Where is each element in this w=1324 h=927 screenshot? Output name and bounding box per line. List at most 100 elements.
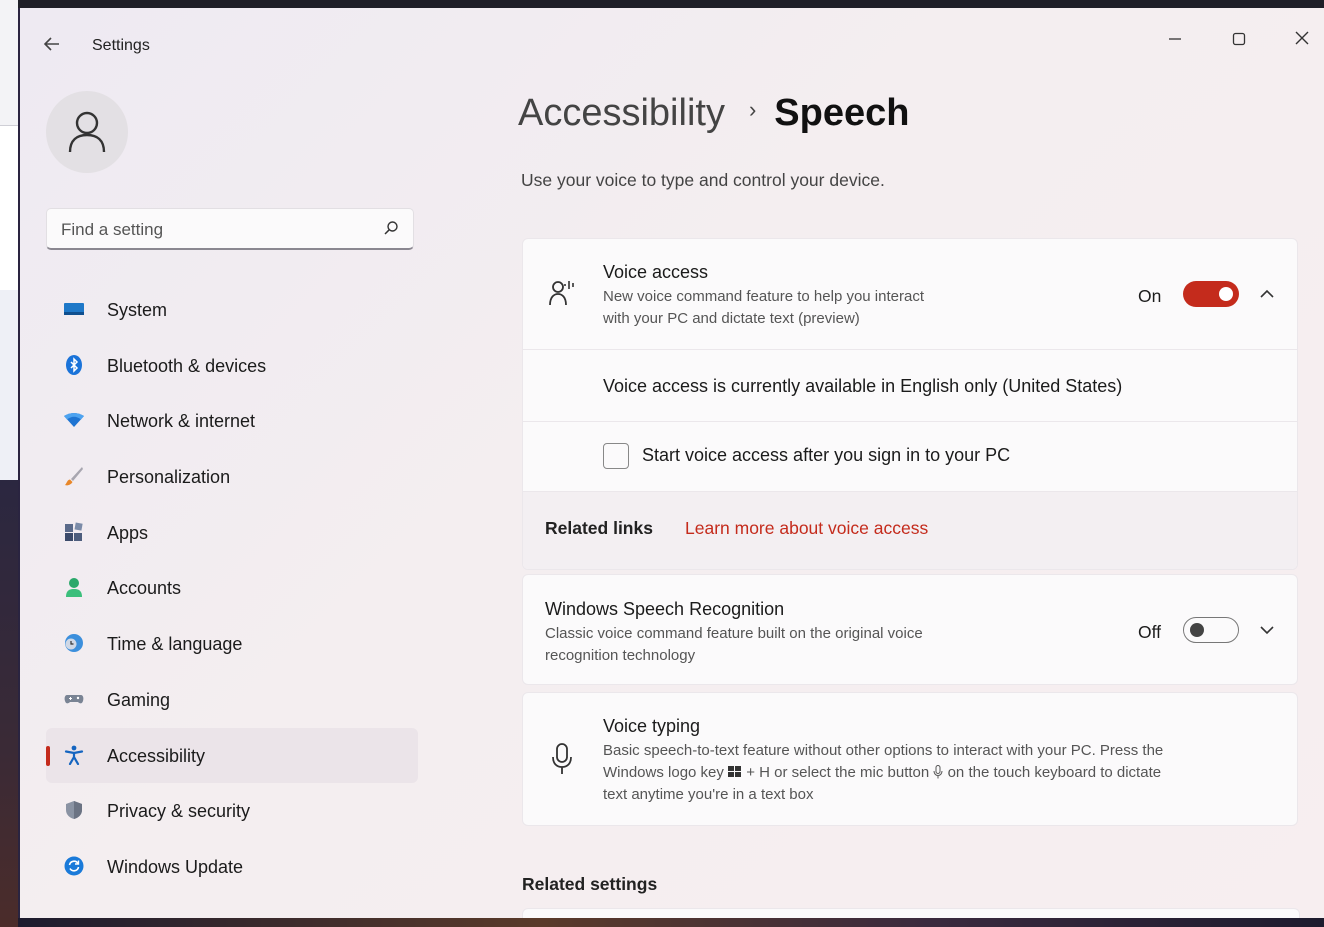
sidebar-item-label: Network & internet <box>107 411 256 432</box>
windows-logo-icon <box>728 766 742 777</box>
voice-typing-title: Voice typing <box>603 716 701 736</box>
voice-access-availability-row: Voice access is currently available in E… <box>523 349 1297 421</box>
breadcrumb-parent[interactable]: Accessibility <box>518 92 725 134</box>
brush-icon <box>65 467 83 486</box>
checkbox-label[interactable]: Start voice access after you sign in to … <box>642 445 1010 466</box>
related-settings-card[interactable] <box>522 908 1300 918</box>
start-after-signin-checkbox[interactable] <box>603 443 629 469</box>
desktop-top-edge <box>18 0 1324 8</box>
voice-access-toggle[interactable] <box>1183 281 1239 307</box>
related-links-row: Related links Learn more about voice acc… <box>523 491 1297 569</box>
sidebar-item-network[interactable]: Network & internet <box>46 393 418 449</box>
sidebar-item-label: Bluetooth & devices <box>107 355 267 376</box>
description-fragment: Windows logo key <box>603 764 724 781</box>
shield-icon <box>66 801 82 820</box>
learn-more-voice-access-link[interactable]: Learn more about voice access <box>685 518 928 539</box>
speech-recognition-state-label: Off <box>1138 622 1162 642</box>
sidebar-item-label: Apps <box>107 522 149 543</box>
gamepad-icon <box>64 694 84 704</box>
voice-access-title: Voice access <box>603 262 709 282</box>
toggle-knob <box>1219 287 1233 301</box>
sidebar-item-bluetooth[interactable]: Bluetooth & devices <box>46 338 418 394</box>
sidebar-item-label: Gaming <box>107 689 171 710</box>
voice-typing-description: Basic speech-to-text feature without oth… <box>603 740 1283 806</box>
breadcrumb: Accessibility › Speech <box>518 92 909 135</box>
sidebar-item-label: Windows Update <box>107 856 244 877</box>
page-title: Speech <box>774 92 910 134</box>
voice-access-description: New voice command feature to help you in… <box>603 286 924 330</box>
sidebar-item-time-language[interactable]: Time & language <box>46 616 418 672</box>
minimize-icon <box>1169 38 1181 40</box>
background-window-edge <box>0 290 18 480</box>
related-links-label: Related links <box>545 518 653 538</box>
sidebar-nav: System Bluetooth & devices Network & int… <box>46 282 418 895</box>
voice-access-header[interactable]: Voice access New voice command feature t… <box>523 239 1297 349</box>
description-line: New voice command feature to help you in… <box>603 288 924 305</box>
description-line: with your PC and dictate text (preview) <box>603 310 860 327</box>
sidebar-item-accessibility[interactable]: Accessibility <box>46 727 418 784</box>
wifi-icon <box>64 413 84 428</box>
close-icon <box>1295 31 1309 45</box>
microphone-icon <box>552 743 572 774</box>
arrow-left-icon <box>43 37 59 51</box>
voice-access-card: Voice access New voice command feature t… <box>522 238 1298 570</box>
display-icon <box>64 303 84 315</box>
sidebar-item-label: Privacy & security <box>107 801 251 822</box>
speech-recognition-description: Classic voice command feature built on t… <box>545 623 923 667</box>
user-icon <box>68 111 106 153</box>
accessibility-icon <box>64 745 84 765</box>
desktop-left-edge <box>0 0 18 927</box>
title-bar: Settings <box>20 8 1324 68</box>
search-icon[interactable] <box>383 220 399 236</box>
app-title: Settings <box>92 37 150 54</box>
voice-access-state-label: On <box>1138 286 1162 306</box>
breadcrumb-separator: › <box>748 97 757 122</box>
sidebar-item-windows-update[interactable]: Windows Update <box>46 839 418 895</box>
maximize-icon <box>1232 32 1246 46</box>
chevron-up-icon[interactable] <box>1257 284 1277 304</box>
bluetooth-icon <box>66 354 82 375</box>
speech-recognition-toggle[interactable] <box>1183 617 1239 643</box>
selection-indicator <box>46 745 50 766</box>
apps-icon <box>65 522 83 541</box>
background-window-edge <box>0 0 18 126</box>
sidebar-item-apps[interactable]: Apps <box>46 505 418 561</box>
description-line: text anytime you're in a text box <box>603 786 814 803</box>
mic-button-icon <box>933 765 943 779</box>
voice-access-signin-row: Start voice access after you sign in to … <box>523 421 1297 491</box>
related-settings-heading: Related settings <box>522 874 658 894</box>
back-button[interactable] <box>42 34 64 56</box>
sidebar-item-gaming[interactable]: Gaming <box>46 672 418 728</box>
description-line: Basic speech-to-text feature without oth… <box>603 742 1164 759</box>
avatar[interactable] <box>46 91 128 173</box>
sidebar-item-label: Personalization <box>107 467 231 488</box>
description-line: Classic voice command feature built on t… <box>545 625 923 642</box>
page-description: Use your voice to type and control your … <box>521 170 885 190</box>
search-box[interactable] <box>46 208 414 250</box>
toggle-knob <box>1190 623 1204 637</box>
desktop-wallpaper <box>18 918 1324 927</box>
sidebar-item-personalization[interactable]: Personalization <box>46 449 418 505</box>
minimize-button[interactable] <box>1152 22 1198 58</box>
desktop-wallpaper <box>0 480 18 927</box>
description-fragment: on the touch keyboard to dictate <box>947 764 1162 781</box>
speech-recognition-card[interactable]: Windows Speech Recognition Classic voice… <box>522 574 1298 685</box>
globe-clock-icon <box>65 634 83 653</box>
availability-text: Voice access is currently available in E… <box>603 376 1123 396</box>
maximize-button[interactable] <box>1216 22 1262 58</box>
speech-recognition-title: Windows Speech Recognition <box>545 599 785 619</box>
account-icon <box>66 578 82 598</box>
update-icon <box>64 856 84 876</box>
sidebar-item-system[interactable]: System <box>46 282 418 338</box>
close-button[interactable] <box>1279 22 1324 58</box>
description-line: recognition technology <box>545 647 696 664</box>
sidebar-item-label: Time & language <box>107 634 243 655</box>
sidebar-item-label: System <box>107 300 168 320</box>
sidebar-item-privacy[interactable]: Privacy & security <box>46 783 418 839</box>
chevron-down-icon[interactable] <box>1257 620 1277 640</box>
sidebar-item-accounts[interactable]: Accounts <box>46 560 418 616</box>
search-input[interactable] <box>59 217 363 243</box>
description-line: Windows logo key + H or select the mic b… <box>603 762 1283 784</box>
voice-access-icon <box>549 281 574 306</box>
voice-typing-card: Voice typing Basic speech-to-text featur… <box>522 692 1298 826</box>
